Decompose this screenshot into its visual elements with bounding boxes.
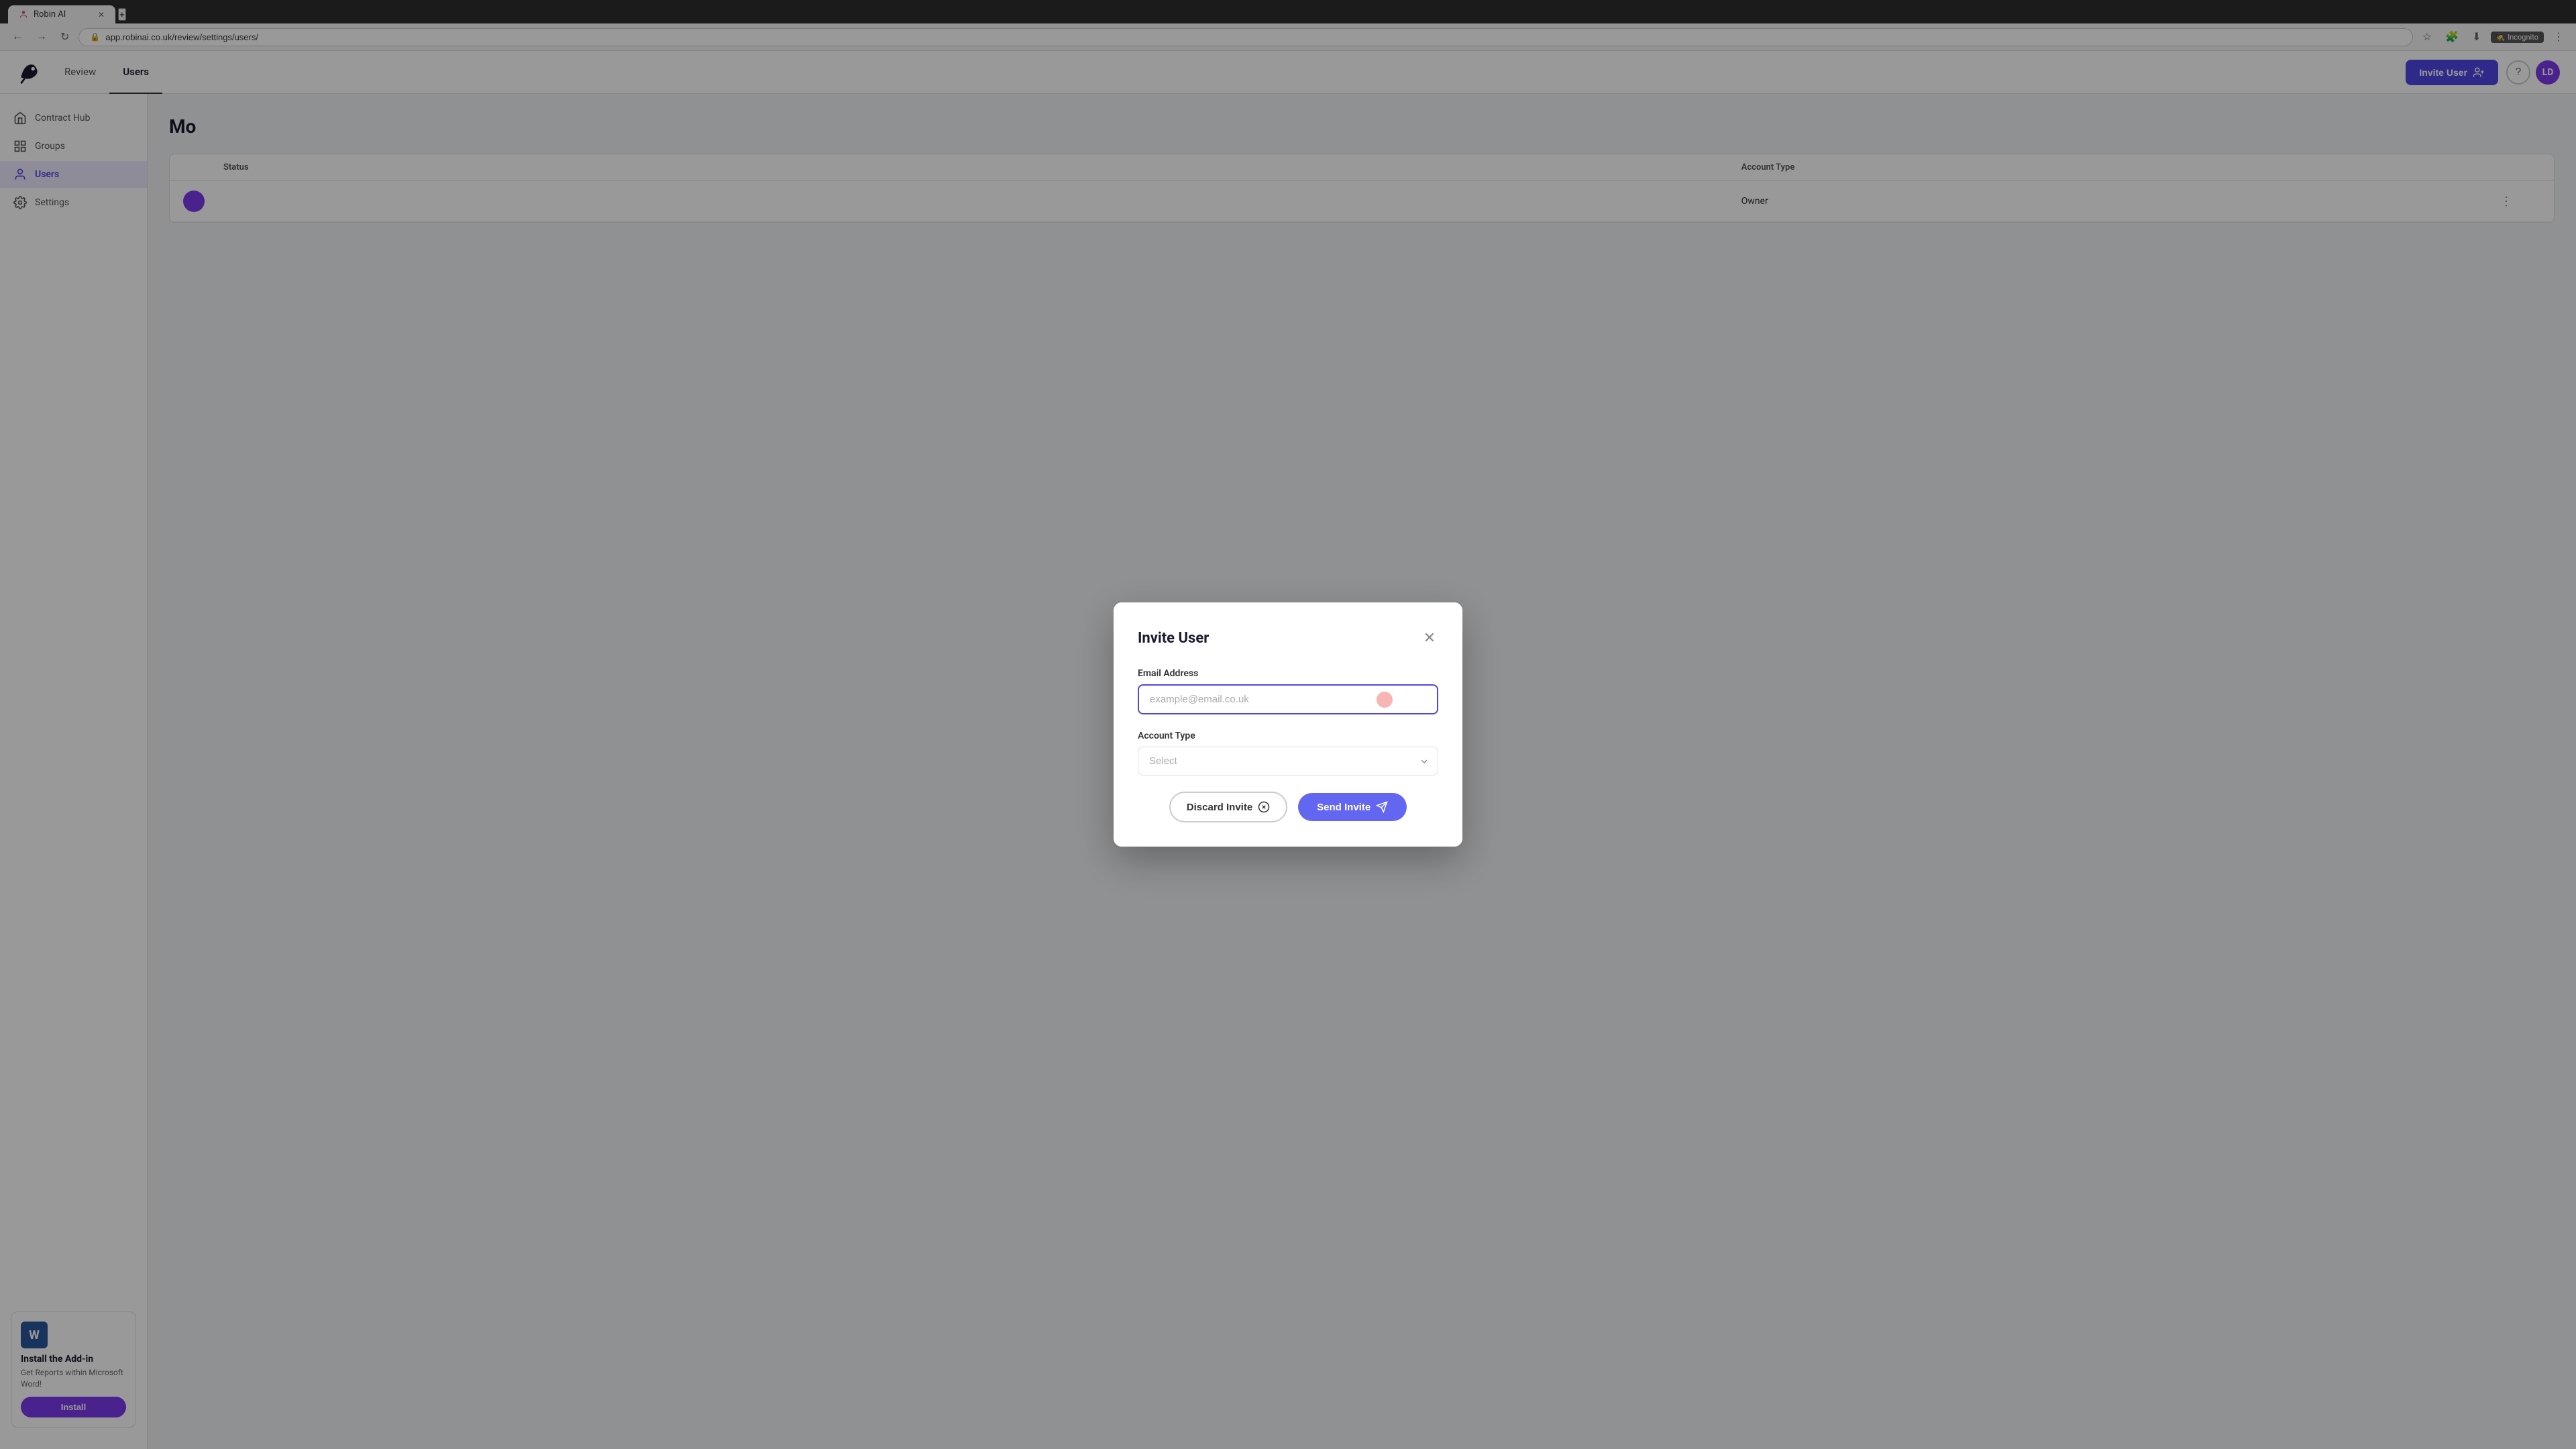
account-type-select[interactable]: Select Owner Admin Member	[1138, 747, 1438, 775]
discard-invite-button[interactable]: Discard Invite	[1169, 792, 1287, 822]
modal-close-button[interactable]: ✕	[1421, 627, 1438, 649]
account-type-form-group: Account Type Select Owner Admin Member	[1138, 731, 1438, 775]
account-type-label: Account Type	[1138, 731, 1438, 741]
email-form-group: Email Address	[1138, 668, 1438, 714]
invite-user-modal: Invite User ✕ Email Address Account Type…	[1114, 602, 1462, 847]
send-invite-label: Send Invite	[1317, 802, 1371, 813]
email-input[interactable]	[1138, 684, 1438, 714]
modal-actions: Discard Invite Send Invite	[1138, 792, 1438, 822]
modal-overlay: Invite User ✕ Email Address Account Type…	[0, 0, 2576, 1449]
discard-icon	[1258, 801, 1270, 813]
modal-header: Invite User ✕	[1138, 627, 1438, 649]
send-icon	[1376, 801, 1388, 813]
account-type-select-wrapper: Select Owner Admin Member	[1138, 747, 1438, 775]
email-label: Email Address	[1138, 668, 1438, 679]
modal-title: Invite User	[1138, 630, 1209, 647]
discard-invite-label: Discard Invite	[1187, 802, 1252, 813]
send-invite-button[interactable]: Send Invite	[1298, 793, 1407, 821]
